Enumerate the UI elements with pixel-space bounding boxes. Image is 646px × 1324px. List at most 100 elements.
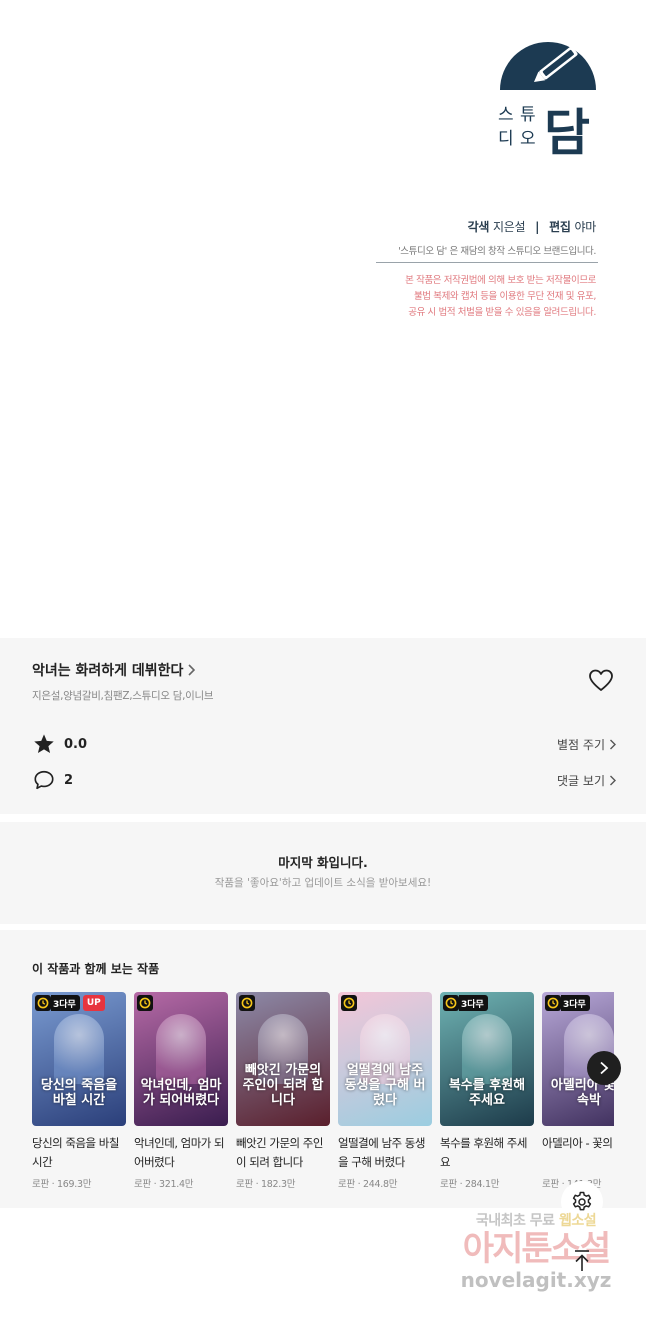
cover-title-text: 복수를 후원해 주세요: [448, 1078, 526, 1108]
recommendation-card[interactable]: 복수를 후원해 주세요 3다무복수를 후원해 주세요로판 · 284.1만: [440, 992, 534, 1190]
studio-dam-logo: 스 튜 디 오 담: [498, 42, 596, 156]
edit-name: 야마: [574, 220, 597, 234]
chevron-right-icon: [610, 739, 616, 749]
comment-row: 2 댓글 보기: [32, 768, 616, 792]
recommendation-card[interactable]: 아델리아 꽃의 속박3다무아델리아 - 꽃의 속박로판 · 141.3만: [542, 992, 614, 1190]
card-meta: 로판 · 169.3만: [32, 1179, 92, 1190]
badge-group: 3다무 UP: [35, 995, 105, 1011]
chevron-right-icon: [610, 775, 616, 785]
adapt-name: 지은설: [493, 220, 526, 234]
clock-icon: [35, 995, 51, 1011]
card-meta: 로판 · 284.1만: [440, 1179, 500, 1190]
clock-icon: [545, 995, 561, 1011]
credit-separator: |: [535, 220, 540, 234]
cover-thumbnail: 악녀인데, 엄마가 되어버렸다: [134, 992, 228, 1126]
wait-free-badge: 3다무: [459, 995, 488, 1011]
cover-title-text: 빼앗긴 가문의 주인이 되려 합니다: [242, 1063, 324, 1108]
legal-line: 공유 시 법적 처벌을 받을 수 있음을 알려드립니다.: [408, 307, 596, 318]
cover-thumbnail: 얼떨결에 남주 동생을 구해 버렸다: [338, 992, 432, 1126]
logo-big-char: 담: [544, 104, 590, 156]
card-title: 아델리아 - 꽃의 속박: [542, 1136, 614, 1150]
viewer-settings-button[interactable]: [561, 1181, 603, 1223]
cover-title-text: 악녀인데, 엄마가 되어버렸다: [140, 1078, 222, 1108]
badge-group: [239, 995, 255, 1011]
badge-group: [341, 995, 357, 1011]
legal-notice: 본 작품은 저작권법에 의해 보호 받는 저작물이므로 불법 복제와 캡처 등을…: [405, 273, 596, 321]
chevron-right-icon: [188, 664, 196, 676]
up-badge: UP: [82, 995, 105, 1011]
adapt-label: 각색: [467, 220, 490, 234]
rating-row: 0.0 별점 주기: [32, 732, 616, 756]
comment-icon: [32, 768, 56, 792]
series-info-panel: 악녀는 화려하게 데뷔한다 지은설,양념갈비,침팬Z,스튜디오 담,이니브 0.…: [0, 638, 646, 814]
wait-free-badge: 3다무: [561, 995, 590, 1011]
clock-icon: [239, 995, 255, 1011]
cover-figure: [156, 1014, 206, 1084]
arrow-right-icon: [600, 1061, 609, 1075]
card-meta: 로판 · 244.8만: [338, 1179, 398, 1190]
gear-icon: [572, 1191, 592, 1211]
comment-count: 2: [64, 772, 74, 788]
watermark-text: 국내최초 무료: [475, 1213, 555, 1229]
badge-group: 3다무: [443, 995, 488, 1011]
cover-thumbnail: 복수를 후원해 주세요 3다무: [440, 992, 534, 1126]
recommendation-card[interactable]: 얼떨결에 남주 동생을 구해 버렸다 얼떨결에 남주 동생을 구해 버렸다 로판 ·…: [338, 992, 432, 1190]
recommendation-card[interactable]: 당신의 죽음을 바칠 시간 3다무 UP 당신의 죽음을 바칠 시간로판 · 169.…: [32, 992, 126, 1190]
logo-char-4: 오: [520, 129, 536, 149]
recommendations-carousel: 당신의 죽음을 바칠 시간 3다무 UP 당신의 죽음을 바칠 시간 로판 · 169.…: [32, 992, 614, 1202]
logo-char-2: 튜: [520, 105, 536, 125]
rate-button-label: 별점 주기: [557, 737, 605, 752]
recommendations-section: 이 작품과 함께 보는 작품 당신의 죽음을 바칠 시간 3다무 UP 당신의 죽음을…: [0, 930, 646, 1208]
edit-label: 편집: [549, 220, 571, 234]
rate-button[interactable]: 별점 주기: [557, 736, 616, 753]
clock-icon: [341, 995, 357, 1011]
logo-char-3: 디: [498, 129, 514, 149]
cover-thumbnail: 빼앗긴 가문의 주인이 되려 합니다: [236, 992, 330, 1126]
site-watermark: 국내최초 무료 웹소설 아지툰소설 novelagit.xyz: [446, 1210, 626, 1292]
last-episode-notice: 마지막 화입니다. 작품을 '좋아요'하고 업데이트 소식을 받아보세요!: [0, 822, 646, 924]
card-meta: 로판 · 182.3만: [236, 1179, 296, 1190]
rating-value: 0.0: [64, 736, 88, 752]
brand-note: '스튜디오 담' 은 재담의 창작 스튜디오 브랜드입니다.: [398, 246, 596, 257]
legal-line: 본 작품은 저작권법에 의해 보호 받는 저작물이므로: [405, 275, 596, 286]
clock-icon: [443, 995, 459, 1011]
legal-line: 불법 복제와 캡처 등을 이용한 무단 전재 및 유포,: [413, 291, 596, 302]
card-meta: 로판 · 321.4만: [134, 1179, 194, 1190]
card-title: 복수를 후원해 주세요: [440, 1136, 527, 1169]
recommendations-heading: 이 작품과 함께 보는 작품: [32, 962, 160, 976]
wait-free-badge: 3다무: [51, 995, 80, 1011]
heart-icon[interactable]: [588, 668, 614, 694]
carousel-next-button[interactable]: [587, 1051, 621, 1085]
badge-group: 3다무: [545, 995, 590, 1011]
recommendation-card[interactable]: 악녀인데, 엄마가 되어버렸다 악녀인데, 엄마가 되어버렸다 로판 · 321.4…: [134, 992, 228, 1190]
series-title-link[interactable]: 악녀는 화려하게 데뷔한다: [32, 660, 196, 680]
cover-figure: [462, 1014, 512, 1084]
series-authors: 지은설,양념갈비,침팬Z,스튜디오 담,이니브: [32, 690, 214, 702]
last-episode-subtitle: 작품을 '좋아요'하고 업데이트 소식을 받아보세요!: [214, 877, 432, 889]
watermark-line-3: novelagit.xyz: [460, 1268, 612, 1292]
clock-icon: [137, 995, 153, 1011]
view-comments-button[interactable]: 댓글 보기: [557, 772, 616, 789]
viewer-page: 스 튜 디 오 담 각색 지은설 | 편집 야마 '스튜디오 담' 은 재담의 …: [0, 0, 646, 1324]
cover-thumbnail: 당신의 죽음을 바칠 시간 3다무 UP: [32, 992, 126, 1126]
last-episode-title: 마지막 화입니다.: [278, 855, 368, 870]
card-title: 빼앗긴 가문의 주인이 되려 합니다: [236, 1136, 323, 1169]
credits-block: 각색 지은설 | 편집 야마 '스튜디오 담' 은 재담의 창작 스튜디오 브랜…: [398, 218, 596, 257]
credits-divider: [376, 262, 598, 263]
logo-char-1: 스: [498, 105, 514, 125]
credit-line: 각색 지은설 | 편집 야마: [398, 218, 597, 235]
arrow-up-icon: [575, 1250, 589, 1271]
cover-figure: [54, 1014, 104, 1084]
card-title: 당신의 죽음을 바칠 시간: [32, 1136, 119, 1169]
view-comments-label: 댓글 보기: [557, 773, 605, 788]
card-title: 얼떨결에 남주 동생을 구해 버렸다: [338, 1136, 425, 1169]
recommendation-card[interactable]: 빼앗긴 가문의 주인이 되려 합니다 빼앗긴 가문의 주인이 되려 합니다 로판 ·…: [236, 992, 330, 1190]
cover-title-text: 당신의 죽음을 바칠 시간: [40, 1078, 118, 1108]
card-title: 악녀인데, 엄마가 되어버렸다: [134, 1136, 225, 1169]
scroll-top-button[interactable]: [566, 1245, 598, 1277]
badge-group: [137, 995, 153, 1011]
watermark-line-2: 아지툰소설: [462, 1229, 611, 1269]
series-title: 악녀는 화려하게 데뷔한다: [32, 663, 184, 679]
cover-title-text: 얼떨결에 남주 동생을 구해 버렸다: [344, 1063, 426, 1108]
star-icon: [32, 732, 56, 756]
